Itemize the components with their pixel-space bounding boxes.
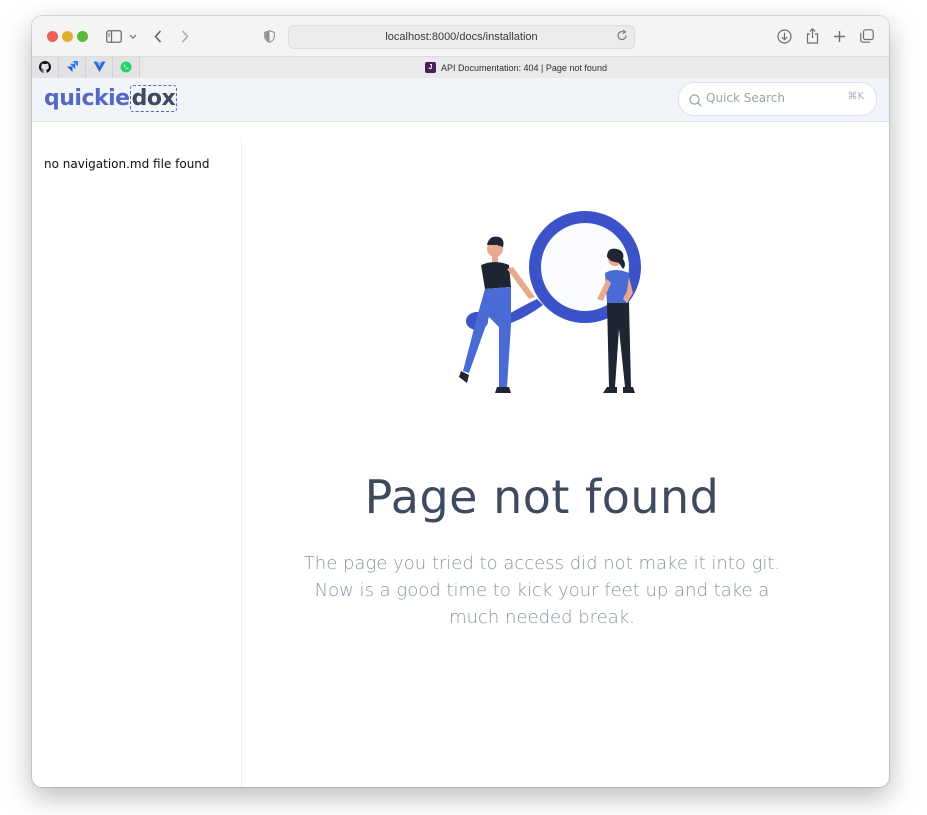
browser-window: localhost:8000/docs/installation J API D… [32, 16, 889, 787]
sidebar-message: no navigation.md file found [44, 157, 210, 171]
github-icon [39, 58, 52, 77]
logo-text-quickie: quickie [44, 86, 130, 111]
search-illustration [447, 207, 647, 431]
pinned-tab-vue[interactable] [86, 57, 113, 78]
chevron-down-icon[interactable] [128, 26, 138, 46]
forward-button[interactable] [177, 26, 193, 46]
whatsapp-icon [120, 58, 132, 77]
minimize-window-button[interactable] [62, 31, 73, 42]
privacy-shield-icon[interactable] [261, 26, 277, 46]
search-placeholder: Quick Search [706, 91, 785, 105]
site-header: quickiedox Quick Search ⌘K [32, 78, 889, 122]
active-tab-title: API Documentation: 404 | Page not found [441, 62, 607, 73]
pinned-tab-whatsapp[interactable] [113, 57, 140, 78]
search-shortcut-hint: ⌘K [847, 91, 864, 102]
jira-icon [66, 58, 79, 77]
zoom-window-button[interactable] [77, 31, 88, 42]
reload-icon[interactable] [616, 29, 628, 45]
browser-toolbar: localhost:8000/docs/installation [32, 16, 889, 56]
tab-bar: J API Documentation: 404 | Page not foun… [32, 56, 889, 79]
quick-search-button[interactable]: Quick Search ⌘K [678, 82, 877, 116]
close-window-button[interactable] [47, 31, 58, 42]
error-title: Page not found [364, 470, 720, 524]
error-description: The page you tried to access did not mak… [303, 553, 781, 628]
docs-sidebar: no navigation.md file found [32, 138, 242, 787]
sidebar-toggle-icon[interactable] [104, 26, 124, 46]
search-icon [689, 92, 702, 111]
pinned-tab-jira[interactable] [59, 57, 86, 78]
active-tab[interactable]: J API Documentation: 404 | Page not foun… [425, 60, 607, 75]
address-bar[interactable]: localhost:8000/docs/installation [288, 25, 635, 49]
logo-text-dox: dox [129, 85, 178, 112]
site-favicon-icon: J [425, 62, 436, 73]
tab-overview-icon[interactable] [858, 26, 876, 46]
main-content: Page not found The page you tried to acc… [242, 122, 889, 787]
url-text: localhost:8000/docs/installation [385, 31, 538, 43]
new-tab-icon[interactable] [830, 26, 848, 46]
share-icon[interactable] [803, 26, 821, 46]
back-button[interactable] [150, 26, 166, 46]
vue-icon [93, 58, 106, 77]
downloads-icon[interactable] [775, 26, 793, 46]
pinned-tab-github[interactable] [32, 57, 59, 78]
site-logo[interactable]: quickiedox [44, 85, 178, 112]
